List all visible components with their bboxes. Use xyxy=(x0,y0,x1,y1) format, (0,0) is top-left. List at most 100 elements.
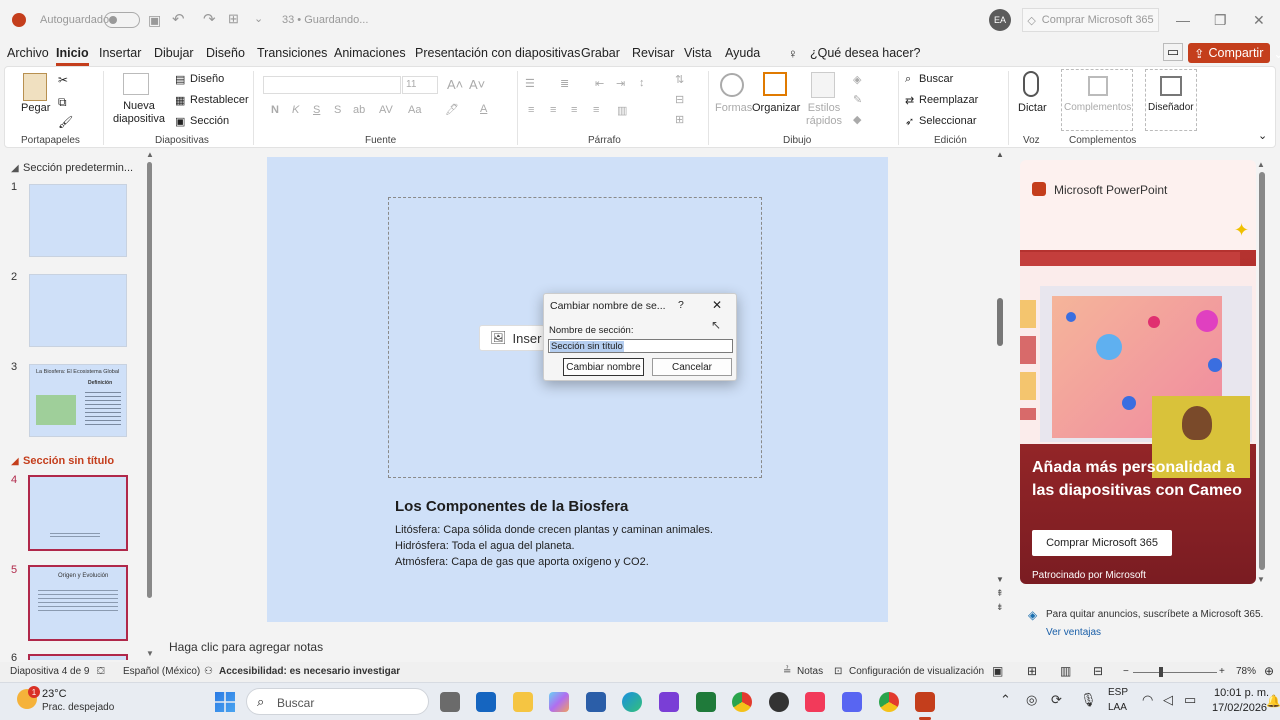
align-right-icon[interactable]: ≡ xyxy=(571,104,577,116)
keyboard-layout[interactable]: LAA xyxy=(1108,702,1127,713)
notes-pane[interactable]: Haga clic para agregar notas xyxy=(160,634,1008,660)
align-center-icon[interactable]: ≡ xyxy=(550,104,556,116)
tray-icon-1[interactable]: ◎ xyxy=(1026,692,1037,708)
powerpoint-taskbar-icon[interactable] xyxy=(915,692,935,712)
edge-icon[interactable] xyxy=(622,692,642,712)
paste-icon[interactable] xyxy=(23,73,47,101)
change-case-icon[interactable]: Aa xyxy=(408,104,421,116)
show-hidden-icons[interactable]: ⌃ xyxy=(1000,692,1011,708)
previous-slide-icon[interactable]: ⇞ xyxy=(996,588,1004,599)
tab-animaciones[interactable]: Animaciones xyxy=(334,46,406,60)
tab-grabar[interactable]: Grabar xyxy=(581,46,620,60)
slide-bullet-2[interactable]: Hidrósfera: Toda el agua del planeta. xyxy=(395,540,575,552)
reset-button[interactable]: Restablecer xyxy=(190,94,249,106)
xbox-icon[interactable] xyxy=(696,692,716,712)
section-icon[interactable]: ▣ xyxy=(175,115,185,128)
decrease-indent-icon[interactable]: ⇤ xyxy=(595,77,604,90)
battery-icon[interactable]: ▭ xyxy=(1184,692,1196,708)
next-slide-icon[interactable]: ⇟ xyxy=(996,602,1004,613)
shapes-icon[interactable] xyxy=(720,73,744,97)
clock-time[interactable]: 10:01 p. m. xyxy=(1214,687,1269,699)
view-settings[interactable]: Configuración de visualización xyxy=(849,666,984,677)
shrink-font-icon[interactable]: A˅ xyxy=(469,77,485,92)
slide-thumbnail-4[interactable] xyxy=(28,475,128,551)
outlook-icon[interactable] xyxy=(476,692,496,712)
font-name-box[interactable] xyxy=(263,76,401,94)
keyboard-language[interactable]: ESP xyxy=(1108,687,1128,698)
normal-view-icon[interactable]: ▣ xyxy=(992,664,1003,678)
close-window-icon[interactable]: ✕ xyxy=(1253,12,1265,29)
copilot-icon[interactable] xyxy=(549,692,569,712)
save-icon[interactable]: ▣ xyxy=(148,12,161,29)
accessibility-icon[interactable]: ⚇ xyxy=(204,666,213,677)
tray-icon-2[interactable]: ⟳ xyxy=(1051,692,1062,708)
buy-microsoft365-button[interactable]: ◇ Comprar Microsoft 365 xyxy=(1022,8,1159,32)
reading-view-icon[interactable]: ▥ xyxy=(1060,664,1071,678)
microphone-tray-icon[interactable]: 🎙 xyxy=(1080,692,1097,708)
view-settings-icon[interactable]: ⊡ xyxy=(834,666,842,677)
reset-icon[interactable]: ▦ xyxy=(175,94,185,107)
columns-icon[interactable]: ▥ xyxy=(617,104,627,117)
cut-icon[interactable]: ✂ xyxy=(58,73,68,87)
find-button[interactable]: Buscar xyxy=(919,73,953,85)
minimize-icon[interactable]: — xyxy=(1176,12,1190,28)
cancel-button[interactable]: Cancelar xyxy=(652,358,732,376)
fit-slide-icon[interactable]: ⊕ xyxy=(1264,664,1274,678)
spellcheck-icon[interactable]: ⛋ xyxy=(97,666,105,677)
shadow-icon[interactable]: S xyxy=(334,104,341,116)
tab-presentacion[interactable]: Presentación con diapositivas xyxy=(415,46,580,60)
microphone-icon[interactable] xyxy=(1023,71,1039,97)
zoom-slider[interactable] xyxy=(1133,672,1217,673)
font-color-icon[interactable]: A xyxy=(480,103,487,115)
notes-toggle[interactable]: Notas xyxy=(797,666,823,677)
increase-indent-icon[interactable]: ⇥ xyxy=(616,77,625,90)
comments-icon[interactable]: ▭ xyxy=(1163,43,1183,61)
bullets-icon[interactable]: ☰ xyxy=(525,77,535,90)
weather-temp[interactable]: 23°C xyxy=(42,688,67,700)
arrange-label[interactable]: Organizar xyxy=(752,102,800,114)
autosave-toggle[interactable] xyxy=(104,12,140,28)
shape-fill-icon[interactable]: ◈ xyxy=(853,73,861,86)
layout-icon[interactable]: ▤ xyxy=(175,73,185,86)
user-avatar[interactable]: EA xyxy=(989,9,1011,31)
tab-diseno[interactable]: Diseño xyxy=(206,46,245,60)
section-button[interactable]: Sección xyxy=(190,115,229,127)
slide-bullet-3[interactable]: Atmósfera: Capa de gas que aporta oxígen… xyxy=(395,556,649,568)
numbering-icon[interactable]: ≣ xyxy=(560,77,569,90)
zoom-slider-thumb[interactable] xyxy=(1159,667,1163,677)
slide-thumbnail-6[interactable] xyxy=(28,654,128,660)
layout-button[interactable]: Diseño xyxy=(190,73,224,85)
music-icon[interactable] xyxy=(805,692,825,712)
insert-image-button[interactable]: 🖼 Inser xyxy=(479,325,545,351)
tab-archivo[interactable]: Archivo xyxy=(7,46,49,60)
app-icon-camera[interactable] xyxy=(659,692,679,712)
ad-buy-button[interactable]: Comprar Microsoft 365 xyxy=(1032,530,1172,556)
tab-transiciones[interactable]: Transiciones xyxy=(257,46,327,60)
arrange-icon[interactable] xyxy=(763,72,787,96)
format-painter-icon[interactable]: 🖌 xyxy=(58,115,73,129)
help-button[interactable]: ? xyxy=(678,299,684,311)
slide-thumbnail-3[interactable]: La Biosfera: El Ecosistema Global Defini… xyxy=(29,364,127,437)
copy-icon[interactable]: ⧉ xyxy=(58,95,67,110)
wifi-icon[interactable]: ◠ xyxy=(1142,692,1153,708)
tab-dibujar[interactable]: Dibujar xyxy=(154,46,194,60)
zoom-level[interactable]: 78% xyxy=(1236,666,1256,677)
slide-thumbnail-2[interactable] xyxy=(29,274,127,347)
ad-scroll-thumb[interactable] xyxy=(1259,172,1265,570)
addins-button[interactable]: Complementos xyxy=(1061,69,1133,131)
slide-sorter-icon[interactable]: ⊞ xyxy=(1027,664,1037,678)
discord-icon[interactable] xyxy=(842,692,862,712)
align-left-icon[interactable]: ≡ xyxy=(528,104,534,116)
strikethrough-icon[interactable]: ab xyxy=(353,104,365,116)
store-icon[interactable] xyxy=(586,692,606,712)
ad-scrollbar[interactable]: ▲ ▼ xyxy=(1257,160,1267,584)
paste-label[interactable]: Pegar xyxy=(21,102,50,114)
smartart-icon[interactable]: ⊞ xyxy=(675,113,684,126)
notifications-icon[interactable]: 🔔 xyxy=(1266,694,1280,708)
underline-icon[interactable]: S xyxy=(313,104,320,116)
present-icon[interactable]: ⊞ xyxy=(228,11,239,27)
shape-outline-icon[interactable]: ✎ xyxy=(853,93,862,106)
notes-icon[interactable]: ≟ xyxy=(783,666,791,677)
tab-ayuda[interactable]: Ayuda xyxy=(725,46,760,60)
line-spacing-icon[interactable]: ↕ xyxy=(639,77,645,89)
